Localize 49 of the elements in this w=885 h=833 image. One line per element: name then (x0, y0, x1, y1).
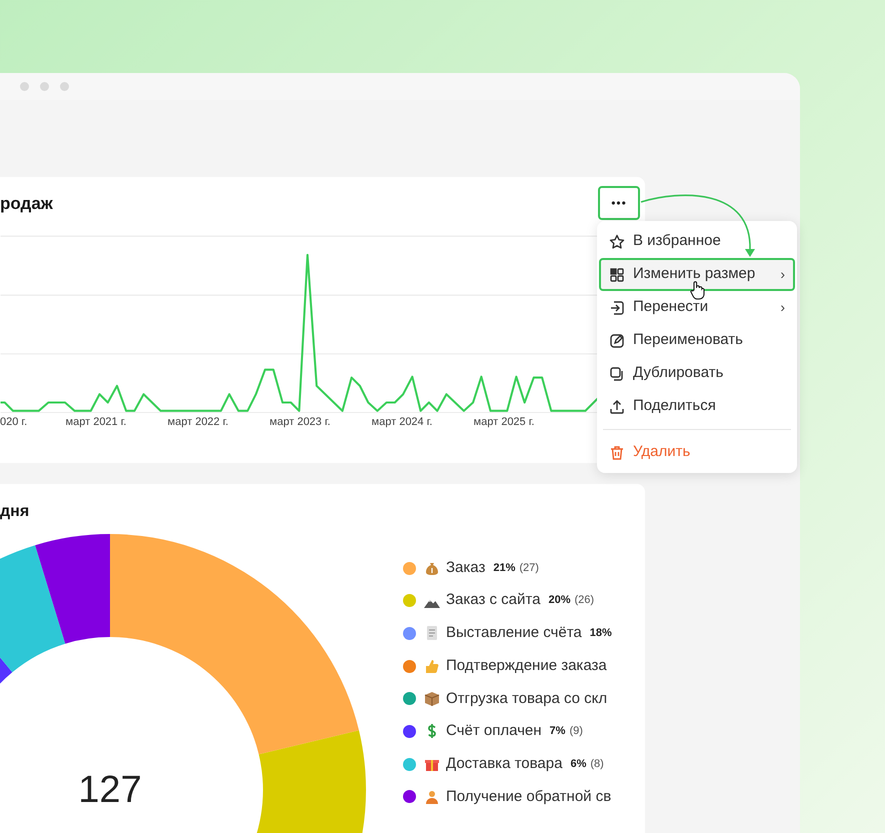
thumbs-up-icon (424, 658, 440, 674)
copy-icon (609, 366, 625, 382)
menu-item[interactable]: Переименовать (599, 324, 795, 357)
legend-share: 6% (570, 756, 586, 772)
axis-label: март 2021 г. (66, 415, 126, 429)
legend-label: Подтверждение заказа (446, 656, 607, 676)
mountain-icon (424, 600, 440, 608)
menu-item[interactable]: Изменить размер › (599, 258, 795, 291)
legend-count: (8) (590, 756, 604, 772)
person-icon (424, 788, 440, 805)
legend-label: Отгрузка товара со скл (446, 688, 608, 708)
legend-count: (26) (574, 593, 594, 608)
edit-icon (609, 332, 625, 348)
legend-count: (9) (569, 724, 583, 740)
hand-cursor-icon (690, 281, 705, 300)
menu-item[interactable]: В избранное (599, 225, 795, 258)
legend-label: Доставка товара (446, 754, 562, 774)
axis-label: март 2022 г. (168, 415, 228, 429)
legend-share: 7% (550, 724, 566, 740)
axis-label: 020 г. (0, 415, 28, 429)
upload-icon (609, 398, 625, 414)
legend-label: Выставление счёта (446, 623, 582, 644)
card-title: родаж (0, 194, 53, 214)
money-bag-icon (424, 560, 440, 576)
axis-label: март 2025 г. (474, 415, 534, 429)
menu-item[interactable]: Перенести › (599, 291, 795, 324)
star-icon (609, 234, 625, 250)
axis-label: март 2024 г. (372, 415, 432, 429)
grid-icon (609, 266, 625, 282)
legend-share: 18% (590, 626, 612, 642)
move-icon (609, 300, 625, 316)
card-title: дня (0, 502, 30, 522)
menu-item[interactable]: Поделиться (599, 390, 795, 423)
package-icon (424, 690, 440, 707)
more-options-button[interactable]: ••• (598, 186, 640, 220)
axis-label: март 2023 г. (270, 415, 330, 429)
legend-label: Заказ (446, 558, 486, 578)
menu-item[interactable]: Дублировать (599, 357, 795, 390)
legend-label: Заказ с сайта (446, 590, 540, 610)
total-count: 127 (78, 768, 142, 812)
legend-share: 21% (493, 560, 516, 576)
legend-label: Получение обратной св (446, 786, 612, 807)
legend-count: (27) (519, 560, 539, 576)
legend-label: Счёт оплачен (446, 721, 542, 742)
trash-icon (609, 444, 625, 460)
submenu-chevron: › (780, 265, 785, 284)
submenu-chevron: › (780, 298, 785, 317)
document-icon (424, 625, 440, 642)
legend-share: 20% (548, 593, 570, 608)
